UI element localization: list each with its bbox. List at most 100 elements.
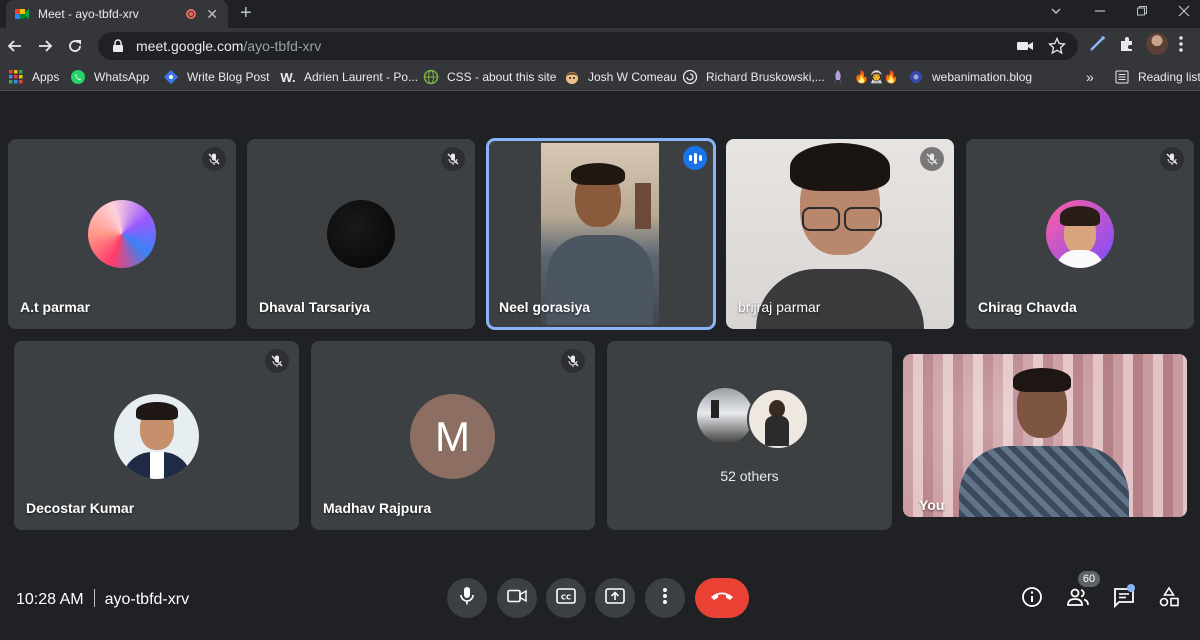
bookmark-richard-bruskowski[interactable]: Richard Bruskowski,... xyxy=(682,64,825,90)
participant-name: A.t parmar xyxy=(20,299,91,315)
participant-tile-self[interactable]: You xyxy=(903,354,1187,517)
participant-tile-decostar-kumar[interactable]: Decostar Kumar xyxy=(14,341,299,530)
spiral-icon xyxy=(682,69,698,85)
bookmark-css-about[interactable]: CSS - about this site xyxy=(423,64,556,90)
minimize-button[interactable] xyxy=(1094,4,1106,20)
participant-tile-at-parmar[interactable]: A.t parmar xyxy=(8,139,236,329)
participant-name: Dhaval Tarsariya xyxy=(259,299,371,315)
bookmark-whatsapp[interactable]: WhatsApp xyxy=(70,64,149,90)
participant-tile-brijraj-parmar[interactable]: brijraj parmar xyxy=(726,139,954,329)
reading-list-button[interactable]: Reading list xyxy=(1114,64,1200,90)
reading-list-icon xyxy=(1114,69,1130,85)
bookmark-label: Apps xyxy=(32,70,60,84)
info-icon xyxy=(1021,586,1043,613)
blog-icon xyxy=(163,69,179,85)
avatar: M xyxy=(410,394,495,479)
participant-name: Chirag Chavda xyxy=(978,299,1077,315)
lock-icon[interactable] xyxy=(110,38,126,54)
call-end-icon xyxy=(710,589,734,607)
avatar xyxy=(327,200,395,268)
closed-captions-icon: CC xyxy=(556,587,576,609)
meet-favicon-icon xyxy=(14,6,30,22)
mic-off-icon xyxy=(561,349,585,373)
bookmark-label: Richard Bruskowski,... xyxy=(706,70,825,84)
pen-extension-icon[interactable] xyxy=(1088,35,1106,53)
meeting-details-button[interactable] xyxy=(1019,586,1045,612)
bookmark-label: WhatsApp xyxy=(94,70,150,84)
mic-off-icon xyxy=(920,147,944,171)
more-options-button[interactable] xyxy=(645,578,685,618)
tab-strip: Meet - ayo-tbfd-xrv ✕ + xyxy=(0,0,1200,28)
josh-avatar-icon xyxy=(564,69,580,85)
bookmark-webanimation[interactable]: webanimation.blog xyxy=(908,64,1032,90)
more-vert-icon xyxy=(662,587,668,610)
extensions-puzzle-icon[interactable] xyxy=(1118,35,1136,53)
present-screen-icon xyxy=(605,587,625,609)
avatar-initial: M xyxy=(435,412,470,460)
participant-tile-chirag-chavda[interactable]: Chirag Chavda xyxy=(966,139,1194,329)
tab-search-chevron-icon[interactable] xyxy=(1050,4,1062,20)
profile-avatar[interactable] xyxy=(1146,33,1168,55)
new-tab-button[interactable]: + xyxy=(240,2,252,24)
people-button[interactable] xyxy=(1065,586,1091,612)
speaking-indicator-icon xyxy=(683,146,707,170)
activities-button[interactable] xyxy=(1156,586,1182,612)
avatar xyxy=(114,394,199,479)
bookmark-write-blog-post[interactable]: Write Blog Post xyxy=(163,64,269,90)
avatar xyxy=(747,388,809,450)
camera-button[interactable] xyxy=(497,578,537,618)
avatar xyxy=(1046,200,1114,268)
bookmark-adrien-laurent[interactable]: W. Adrien Laurent - Po... xyxy=(280,64,418,90)
address-bar[interactable]: meet.google.com/ayo-tbfd-xrv xyxy=(98,32,1078,60)
reading-list-label: Reading list xyxy=(1138,70,1200,84)
bookmark-apps[interactable]: Apps xyxy=(8,64,59,90)
bookmark-josh-comeau[interactable]: Josh W Comeau xyxy=(564,64,677,90)
camera-in-use-icon[interactable] xyxy=(1016,37,1034,60)
captions-button[interactable]: CC xyxy=(546,578,586,618)
bookmarks-bar: Apps WhatsApp Write Blog Post W. Adrien L… xyxy=(0,64,1200,91)
mic-off-icon xyxy=(1160,147,1184,171)
participant-tile-others[interactable]: 52 others xyxy=(607,341,892,530)
avatar xyxy=(88,200,156,268)
recording-indicator-icon xyxy=(186,9,197,19)
rocket-icon xyxy=(830,69,846,85)
tab-title: Meet - ayo-tbfd-xrv xyxy=(38,7,139,21)
bookmark-star-icon[interactable] xyxy=(1047,36,1067,60)
tab-close-icon[interactable]: ✕ xyxy=(206,7,218,21)
leave-call-button[interactable] xyxy=(695,578,749,618)
people-icon xyxy=(1066,587,1090,612)
chrome-menu-icon[interactable] xyxy=(1178,35,1184,53)
participant-video xyxy=(541,143,659,325)
meeting-info-text: 10:28 AM ayo-tbfd-xrv xyxy=(16,589,189,609)
more-bookmarks-button[interactable]: » xyxy=(1086,64,1094,90)
participant-name: Decostar Kumar xyxy=(26,500,135,516)
microphone-button[interactable] xyxy=(447,578,487,618)
url-host: meet.google.com xyxy=(136,38,244,54)
participant-count-badge: 60 xyxy=(1078,571,1100,587)
participant-name: You xyxy=(919,497,945,513)
browser-tab-meet[interactable]: Meet - ayo-tbfd-xrv ✕ xyxy=(6,0,228,28)
browser-toolbar: meet.google.com/ayo-tbfd-xrv xyxy=(0,28,1200,64)
apps-grid-icon xyxy=(8,69,24,85)
css-globe-icon xyxy=(423,69,439,85)
avatar xyxy=(697,388,753,444)
chat-notification-dot xyxy=(1127,584,1135,592)
forward-button[interactable] xyxy=(34,35,56,57)
reload-button[interactable] xyxy=(64,35,86,57)
participant-tile-madhav-rajpura[interactable]: M Madhav Rajpura xyxy=(311,341,595,530)
bookmark-label: 🔥👨‍🚀🔥 xyxy=(854,70,899,84)
participant-tile-neel-gorasiya[interactable]: Neel gorasiya xyxy=(486,138,716,330)
url-text: meet.google.com/ayo-tbfd-xrv xyxy=(136,38,321,54)
participant-tile-dhaval-tarsariya[interactable]: Dhaval Tarsariya xyxy=(247,139,475,329)
restore-button[interactable] xyxy=(1136,4,1148,20)
participant-name: brijraj parmar xyxy=(738,299,821,315)
close-window-button[interactable] xyxy=(1178,4,1190,20)
others-count-label: 52 others xyxy=(720,468,779,484)
back-button[interactable] xyxy=(4,35,26,57)
current-time: 10:28 AM xyxy=(16,591,84,608)
video-camera-icon xyxy=(507,588,527,609)
present-screen-button[interactable] xyxy=(595,578,635,618)
bookmark-emoji[interactable]: 🔥👨‍🚀🔥 xyxy=(830,64,899,90)
meeting-code: ayo-tbfd-xrv xyxy=(104,591,190,608)
url-path: /ayo-tbfd-xrv xyxy=(243,38,322,54)
